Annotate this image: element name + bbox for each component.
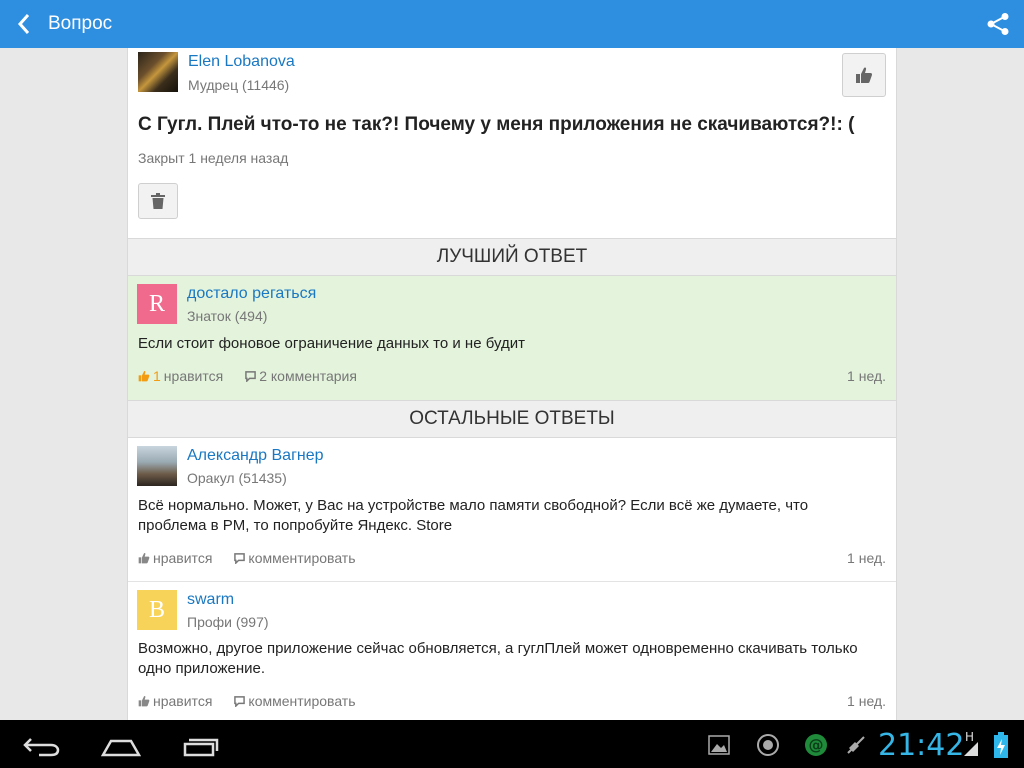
share-icon [987, 13, 1009, 35]
best-answer-text: Если стоит фоновое ограничение данных то… [138, 335, 525, 352]
system-navigation-bar [0, 720, 1024, 768]
question-author-name[interactable]: Elen Lobanova [188, 53, 295, 71]
like-question-button[interactable] [842, 53, 886, 97]
answer-text: Возможно, другое приложение сейчас обнов… [138, 640, 858, 677]
recent-apps-button[interactable] [180, 732, 222, 760]
answer-author-name[interactable]: swarm [187, 591, 234, 609]
like-count: 1 [153, 368, 161, 384]
answer-author-name[interactable]: Александр Вагнер [187, 447, 324, 465]
like-button[interactable]: нравится [138, 550, 212, 566]
back-button[interactable] [0, 0, 48, 48]
question-card: Elen Lobanova Мудрец (11446) С Гугл. Пле… [127, 48, 897, 720]
gallery-icon[interactable] [706, 732, 732, 758]
answer-author-rank: Профи (997) [187, 614, 269, 630]
answer-text: Всё нормально. Может, у Вас на устройств… [138, 497, 809, 534]
best-answer-author-name[interactable]: достало регаться [187, 285, 316, 303]
best-answer-author-rank: Знаток (494) [187, 308, 268, 324]
comment-icon [234, 552, 246, 564]
recent-apps-icon [183, 738, 219, 757]
question-title: С Гугл. Плей что-то не так?! Почему у ме… [138, 114, 855, 135]
page-title: Вопрос [48, 13, 113, 34]
mail-agent-icon[interactable]: @ [803, 732, 829, 758]
thumbs-up-icon [138, 371, 150, 382]
thumbs-up-icon [138, 553, 150, 564]
comments-link[interactable]: 2 комментария [245, 368, 357, 384]
like-button[interactable]: нравится [138, 693, 212, 709]
answer-age: 1 нед. [847, 368, 886, 384]
best-answer: R достало регаться Знаток (494) Если сто… [128, 276, 896, 400]
avatar[interactable]: R [137, 284, 177, 324]
answer-author-rank: Оракул (51435) [187, 470, 287, 486]
system-clock: 21:42 [878, 728, 965, 763]
answer-item: Александр Вагнер Оракул (51435) Всё норм… [128, 438, 896, 581]
back-nav-button[interactable] [20, 732, 62, 760]
comment-label: комментировать [248, 550, 356, 566]
battery-charging-icon [990, 731, 1012, 759]
comment-icon [234, 695, 246, 707]
back-arrow-icon [23, 738, 60, 757]
comment-label: комментировать [248, 693, 356, 709]
other-answers-header: ОСТАЛЬНЫЕ ОТВЕТЫ [128, 400, 896, 438]
like-label: нравится [153, 550, 213, 566]
avatar[interactable]: B [137, 590, 177, 630]
camera-icon[interactable] [755, 732, 781, 758]
mute-icon [843, 732, 869, 758]
question-status: Закрыт 1 неделя назад [138, 150, 289, 166]
comment-icon [245, 370, 257, 382]
comments-count: 2 комментария [259, 368, 357, 384]
comment-button[interactable]: комментировать [234, 693, 356, 709]
thumbs-up-icon [138, 696, 150, 707]
answer-age: 1 нед. [847, 693, 886, 709]
home-icon [101, 739, 141, 757]
app-bar: Вопрос [0, 0, 1024, 48]
like-button[interactable]: 1 нравится [138, 368, 223, 384]
best-answer-meta: 1 нравится 2 комментария 1 нед. [138, 366, 886, 386]
share-button[interactable] [982, 8, 1014, 40]
best-answer-header: ЛУЧШИЙ ОТВЕТ [128, 238, 896, 276]
trash-icon [151, 193, 165, 209]
comment-button[interactable]: комментировать [234, 550, 356, 566]
home-nav-button[interactable] [100, 732, 142, 760]
question-author-rank: Мудрец (11446) [188, 77, 290, 93]
like-label: нравится [153, 693, 213, 709]
chevron-left-icon [17, 14, 30, 34]
avatar[interactable] [137, 446, 177, 486]
answer-item: B swarm Профи (997) Возможно, другое при… [128, 582, 896, 720]
like-label: нравится [163, 368, 224, 384]
avatar[interactable] [138, 52, 178, 92]
thumbs-up-icon [856, 67, 873, 83]
svg-text:@: @ [809, 736, 824, 754]
signal-icon [962, 740, 980, 758]
question-block: Elen Lobanova Мудрец (11446) С Гугл. Пле… [128, 48, 896, 238]
answer-meta: нравится комментировать 1 нед. [138, 691, 886, 711]
delete-button[interactable] [138, 183, 178, 219]
answer-age: 1 нед. [847, 550, 886, 566]
answer-meta: нравится комментировать 1 нед. [138, 548, 886, 568]
